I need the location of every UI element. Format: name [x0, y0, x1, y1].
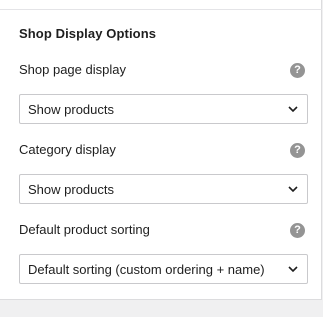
category-display-select[interactable]: Show products	[19, 174, 308, 204]
divider	[0, 9, 322, 10]
shop-page-display-label: Shop page display	[19, 62, 126, 77]
chevron-down-icon	[288, 106, 298, 113]
default-product-sorting-select[interactable]: Default sorting (custom ordering + name)	[19, 254, 308, 284]
section-title: Shop Display Options	[19, 26, 157, 41]
question-circle-icon[interactable]: ?	[290, 63, 305, 78]
shop-display-options-panel: Shop Display Options Shop page display ?…	[0, 0, 322, 300]
shop-page-display-select[interactable]: Show products	[19, 94, 308, 124]
question-circle-icon[interactable]: ?	[290, 143, 305, 158]
default-product-sorting-label: Default product sorting	[19, 222, 150, 237]
category-display-label: Category display	[19, 142, 116, 157]
question-circle-icon[interactable]: ?	[290, 223, 305, 238]
chevron-down-icon	[288, 186, 298, 193]
default-product-sorting-value: Default sorting (custom ordering + name)	[28, 262, 265, 277]
chevron-down-icon	[288, 266, 298, 273]
shop-page-display-value: Show products	[28, 102, 114, 117]
category-display-value: Show products	[28, 182, 114, 197]
